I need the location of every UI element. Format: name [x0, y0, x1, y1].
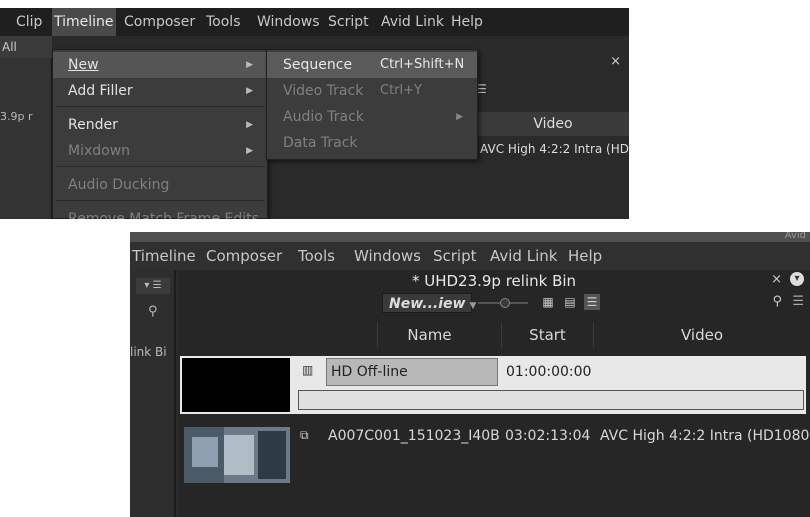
shortcut-label: Ctrl+Shift+N [380, 57, 465, 72]
start-timecode: 01:00:00:00 [506, 364, 592, 380]
bin-view-label: New...iew [389, 296, 466, 312]
submenu-arrow-icon: ▶ [246, 120, 253, 130]
menu-tools[interactable]: Tools [296, 242, 337, 270]
new-submenu: Sequence Ctrl+Shift+N Video Track Ctrl+Y… [266, 49, 478, 160]
app-title: Avid [784, 232, 806, 241]
thumbnail-detail [192, 437, 218, 467]
submenu-arrow-icon: ▶ [456, 112, 463, 122]
menu-item-new-label: New [68, 57, 99, 73]
master-clip-icon: ⧉ [300, 428, 309, 442]
table-row[interactable]: ▥ HD Off-line 01:00:00:00 [180, 356, 806, 414]
submenu-item-video-track[interactable]: Video Track Ctrl+Y [267, 78, 477, 104]
submenu-item-sequence[interactable]: Sequence Ctrl+Shift+N [267, 52, 477, 78]
menu-avid-link[interactable]: Avid Link [488, 242, 559, 270]
submenu-arrow-icon: ▶ [246, 86, 253, 96]
column-header-start[interactable]: Start [502, 322, 594, 348]
menu-windows[interactable]: Windows [255, 8, 322, 36]
menu-bar: Clip Timeline Composer Tools Windows Scr… [0, 8, 629, 36]
table-row[interactable]: ⧉ A007C001_151023_I40B 03:02:13:04 AVC H… [180, 422, 810, 484]
menu-script[interactable]: Script [326, 8, 371, 36]
clip-name: A007C001_151023_I40B [328, 428, 500, 444]
name-edit-field[interactable]: HD Off-line [326, 358, 498, 386]
chevron-down-icon: ▼ [469, 301, 477, 311]
bin-view-selector[interactable]: New...iew ▼ [382, 293, 476, 313]
menu-timeline[interactable]: Timeline [52, 8, 116, 36]
menu-item-remove-match-frame-edits[interactable]: Remove Match Frame Edits [53, 206, 267, 219]
menu-script[interactable]: Script [431, 242, 479, 270]
menu-separator [55, 166, 265, 167]
menu-clip[interactable]: Clip [14, 8, 44, 36]
menu-help[interactable]: Help [449, 8, 485, 36]
column-header-video[interactable]: Video [594, 322, 810, 348]
submenu-item-sequence-label: Sequence [283, 57, 353, 73]
column-header-name[interactable]: Name [358, 322, 502, 348]
menu-tools[interactable]: Tools [204, 8, 243, 36]
text-view-icon[interactable]: ☰ [584, 294, 600, 310]
top-screenshot: Clip Timeline Composer Tools Windows Scr… [0, 8, 629, 219]
bin-window: * UHD23.9p relink Bin × ▾ New...iew ▼ ▦ ▤… [178, 270, 810, 517]
submenu-item-audio-track-label: Audio Track [283, 109, 364, 125]
menu-bar: Timeline Composer Tools Windows Script A… [130, 242, 810, 270]
bin-toolbar: New...iew ▼ ▦ ▤ ☰ ⚲ ☰ [178, 292, 810, 314]
submenu-item-data-track[interactable]: Data Track [267, 130, 477, 156]
row-comment-field[interactable] [298, 390, 804, 410]
menu-item-audio-ducking[interactable]: Audio Ducking [53, 172, 267, 198]
menu-timeline[interactable]: Timeline [130, 242, 198, 270]
column-headers: Name Start Video [178, 322, 810, 348]
sidebar-bin-item[interactable]: link Bi [130, 345, 167, 359]
menu-item-render[interactable]: Render ▶ [53, 112, 267, 138]
slider-handle[interactable] [500, 298, 510, 308]
frame-view-icon[interactable]: ▦ [540, 294, 556, 310]
menu-item-add-filler-label: Add Filler [68, 83, 133, 99]
sidebar-tab-all[interactable]: All [0, 36, 52, 58]
clip-thumbnail[interactable] [184, 427, 290, 483]
thumbnail-detail [258, 431, 286, 479]
video-cell: AVC High 4:2:2 Intra (HD [480, 142, 629, 156]
menu-item-new[interactable]: New ▶ [53, 52, 267, 78]
sidebar: All 3.9p r [0, 36, 52, 219]
title-bar: Avid [130, 232, 810, 242]
start-timecode: 03:02:13:04 [505, 428, 591, 444]
thumbnail-detail [224, 435, 254, 475]
menu-item-mixdown-label: Mixdown [68, 143, 131, 159]
panel-menu-button[interactable]: ▾ ☰ [136, 278, 170, 294]
bin-menu-icon[interactable]: ▾ [790, 272, 804, 286]
menu-separator [55, 106, 265, 107]
bin-title: * UHD23.9p relink Bin [411, 272, 577, 290]
menu-item-add-filler[interactable]: Add Filler ▶ [53, 78, 267, 104]
close-icon[interactable]: × [610, 54, 621, 69]
close-icon[interactable]: × [771, 272, 782, 287]
sidebar-bin-item[interactable]: 3.9p r [0, 110, 33, 123]
submenu-arrow-icon: ▶ [246, 60, 253, 70]
menu-item-mixdown[interactable]: Mixdown ▶ [53, 138, 267, 164]
menu-item-render-label: Render [68, 117, 118, 133]
timeline-menu: New ▶ Add Filler ▶ Render ▶ Mixdown ▶ Au… [52, 49, 268, 219]
menu-composer[interactable]: Composer [122, 8, 197, 36]
submenu-arrow-icon: ▶ [246, 146, 253, 156]
video-format: AVC High 4:2:2 Intra (HD1080p [600, 428, 810, 444]
hamburger-icon[interactable]: ☰ [792, 294, 804, 309]
menu-windows[interactable]: Windows [352, 242, 423, 270]
clip-thumbnail[interactable] [182, 358, 290, 412]
column-header-blank [178, 322, 378, 348]
menu-help[interactable]: Help [566, 242, 604, 270]
submenu-item-video-track-label: Video Track [283, 83, 364, 99]
submenu-item-audio-track[interactable]: Audio Track ▶ [267, 104, 477, 130]
script-view-icon[interactable]: ▤ [562, 294, 578, 310]
shortcut-label: Ctrl+Y [380, 83, 422, 98]
menu-composer[interactable]: Composer [204, 242, 284, 270]
column-header-video[interactable]: Video [477, 112, 629, 136]
menu-avid-link[interactable]: Avid Link [379, 8, 446, 36]
left-bin-panel: ▾ ☰ ⚲ link Bi [130, 270, 176, 517]
menu-separator [55, 200, 265, 201]
search-icon[interactable]: ⚲ [772, 294, 782, 309]
search-icon[interactable]: ⚲ [148, 304, 158, 319]
bottom-screenshot: Avid Timeline Composer Tools Windows Scr… [130, 232, 810, 517]
sequence-icon: ▥ [302, 363, 314, 377]
thumbnail-size-slider[interactable] [478, 298, 528, 308]
